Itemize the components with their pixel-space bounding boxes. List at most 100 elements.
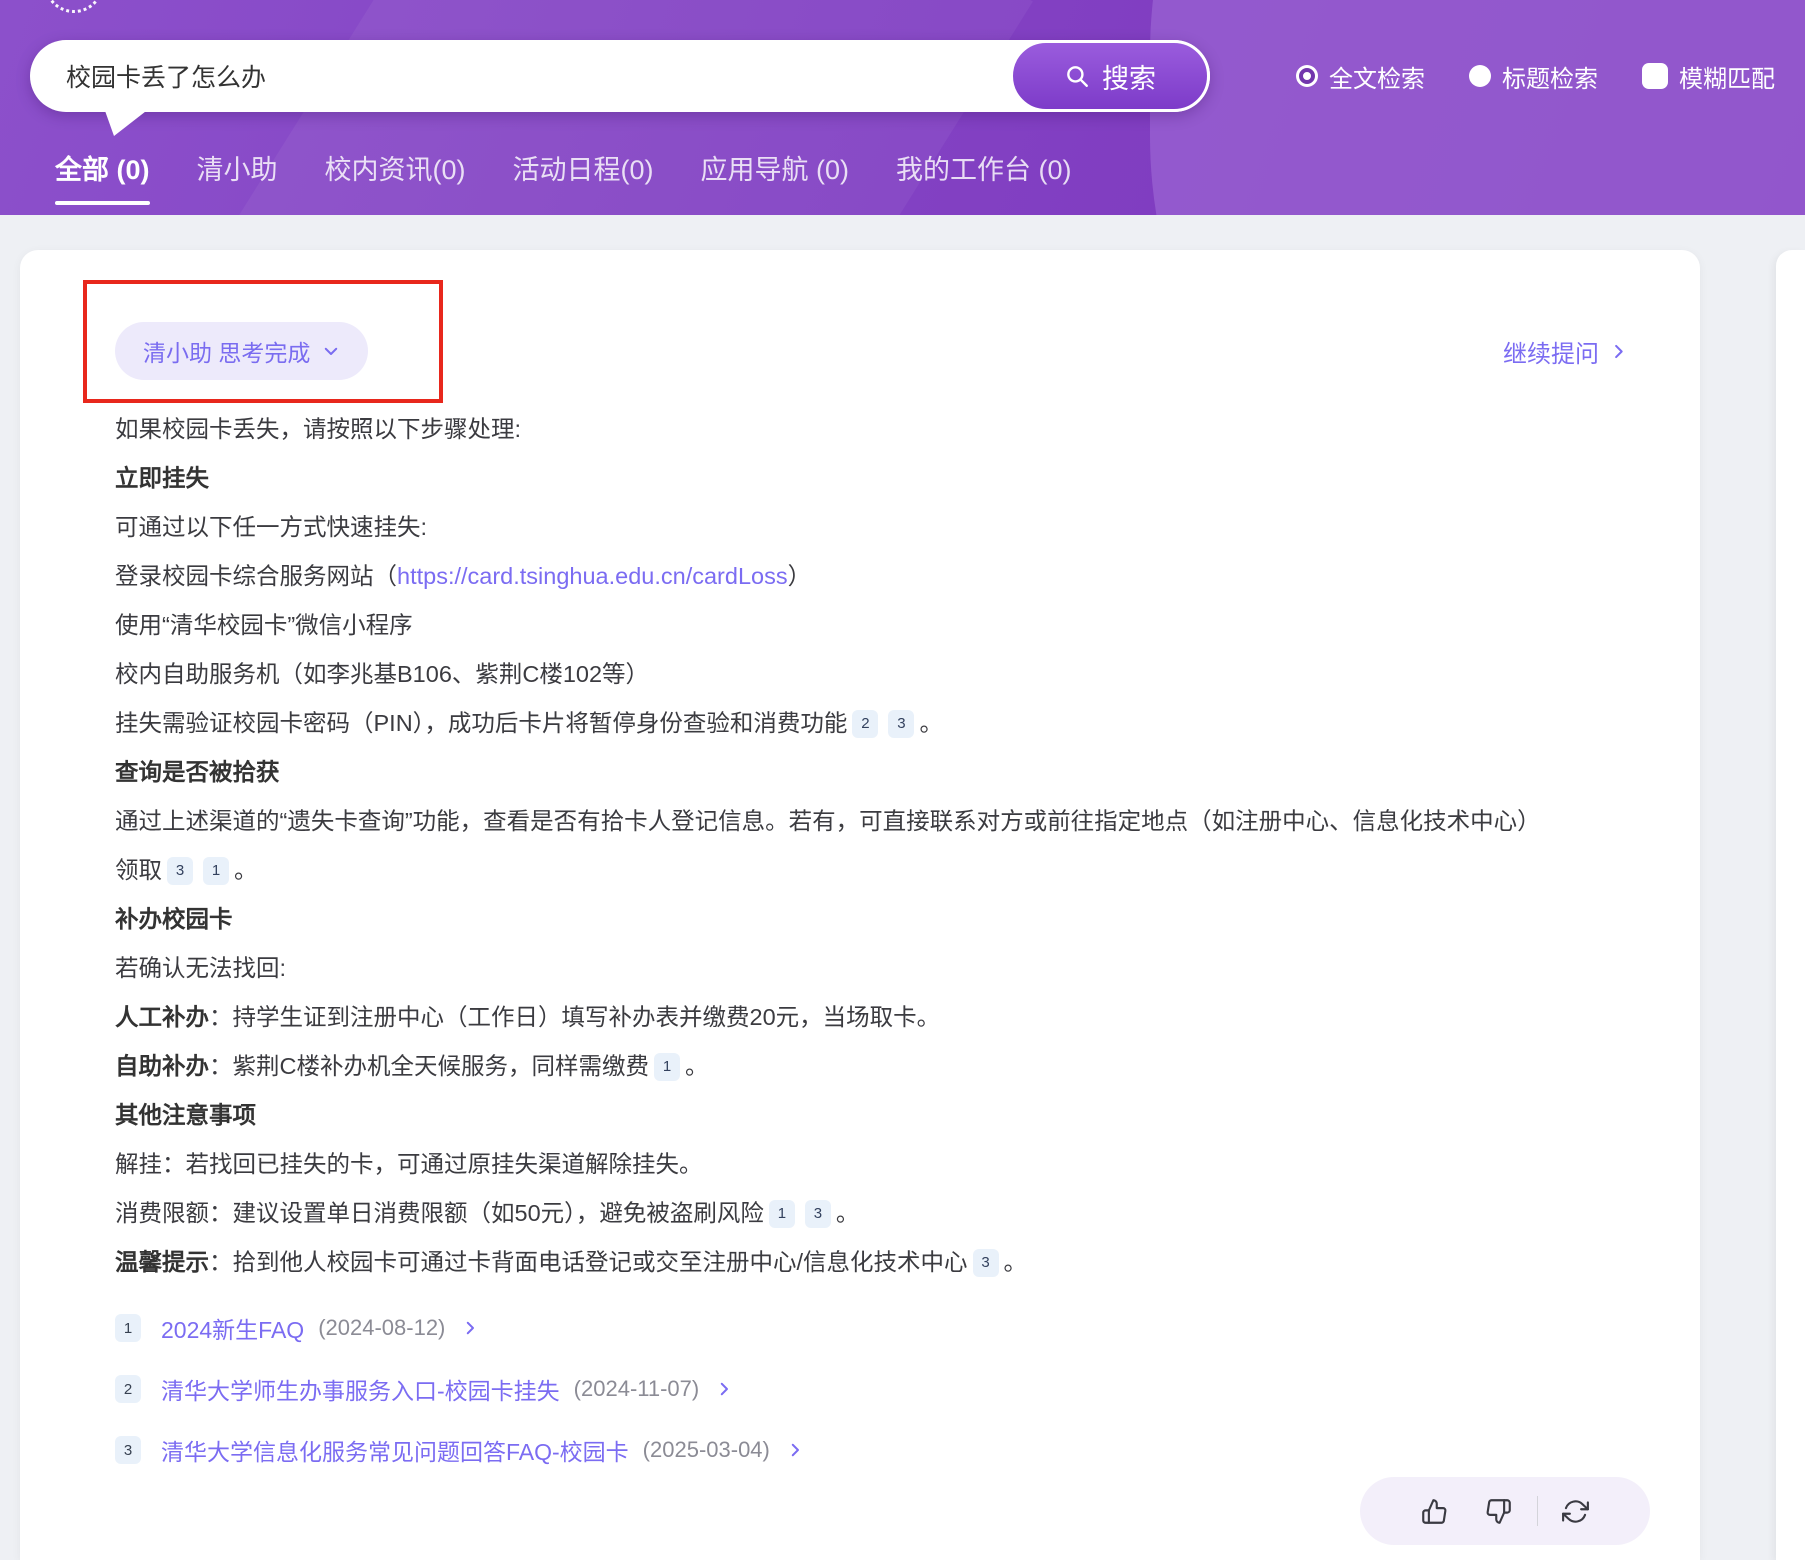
search-option-label: 全文检索 — [1329, 59, 1425, 94]
reference-number-badge: 1 — [115, 1314, 141, 1342]
body-text: 领取 — [115, 857, 162, 883]
checkbox-icon — [1642, 63, 1668, 89]
answer-line: 立即挂失 — [115, 454, 1628, 503]
tab-清小助[interactable]: 清小助 — [197, 150, 278, 190]
answer-line: 可通过以下任一方式快速挂失: — [115, 503, 1628, 552]
tab-校内资讯0[interactable]: 校内资讯(0) — [325, 150, 466, 190]
answer-line: 补办校园卡 — [115, 895, 1628, 944]
regenerate-icon — [1562, 1498, 1589, 1525]
thumbs-down-button[interactable] — [1467, 1477, 1531, 1545]
regenerate-button[interactable] — [1544, 1477, 1608, 1545]
search-bar: 搜索 — [30, 40, 1210, 112]
citation-badge[interactable]: 3 — [805, 1200, 831, 1228]
radio-icon — [1469, 65, 1491, 87]
answer-body: 如果校园卡丢失，请按照以下步骤处理: 立即挂失可通过以下任一方式快速挂失: 登录校园… — [115, 405, 1628, 1287]
search-option-label: 模糊匹配 — [1679, 59, 1775, 94]
search-input[interactable] — [64, 61, 1154, 92]
tab-活动日程0[interactable]: 活动日程(0) — [513, 150, 654, 190]
reference-date: (2024-08-12) — [318, 1315, 445, 1341]
body-text: 可通过以下任一方式快速挂失: — [115, 514, 427, 540]
reference-row[interactable]: 1 2024新生FAQ (2024-08-12) — [115, 1308, 1628, 1348]
continue-asking-label: 继续提问 — [1503, 334, 1599, 369]
bold-text: 自助补办 — [115, 1053, 209, 1079]
answer-line: 使用“清华校园卡”微信小程序 — [115, 601, 1628, 650]
answer-actions — [1360, 1477, 1650, 1545]
search-bar-tail — [104, 108, 150, 136]
citation-badge[interactable]: 3 — [888, 710, 914, 738]
inline-link[interactable]: https://card.tsinghua.edu.cn/cardLoss — [397, 563, 788, 589]
reference-row[interactable]: 3 清华大学信息化服务常见问题回答FAQ-校园卡 (2025-03-04) — [115, 1430, 1628, 1470]
citation-badge[interactable]: 3 — [973, 1249, 999, 1277]
tab-全部0[interactable]: 全部 (0) — [55, 150, 150, 190]
search-option-标题检索[interactable]: 标题检索 — [1469, 59, 1598, 94]
assistant-status-label: 清小助 思考完成 — [143, 334, 310, 368]
bold-text: 温馨提示 — [115, 1249, 209, 1275]
search-button[interactable]: 搜索 — [1010, 40, 1210, 112]
citation-badge[interactable]: 2 — [852, 710, 878, 738]
body-text: 挂失需验证校园卡密码（PIN），成功后卡片将暂停身份查验和消费功能 — [115, 710, 847, 736]
side-panel-sliver — [1776, 250, 1805, 1560]
reference-row[interactable]: 2 清华大学师生办事服务入口-校园卡挂失 (2024-11-07) — [115, 1369, 1628, 1409]
chevron-right-icon — [715, 1380, 733, 1398]
search-button-label: 搜索 — [1102, 57, 1156, 96]
body-text: 登录校园卡综合服务网站（ — [115, 563, 397, 589]
page-header: 搜索 全文检索 标题检索 模糊匹配 全部 (0) 清小助 校内资讯(0) 活动日程(0) 应… — [0, 0, 1805, 215]
chevron-right-icon — [1609, 342, 1628, 361]
answer-line: 校内自助服务机（如李兆基B106、紫荆C楼102等） — [115, 650, 1628, 699]
assistant-status-pill[interactable]: 清小助 思考完成 — [115, 322, 368, 380]
thumbs-down-icon — [1485, 1498, 1512, 1525]
reference-title-link[interactable]: 2024新生FAQ — [161, 1311, 304, 1345]
answer-card: 清小助 思考完成 继续提问 如果校园卡丢失，请按照以下步骤处理: 立即挂失可通过以… — [20, 250, 1700, 1560]
search-option-label: 标题检索 — [1502, 59, 1598, 94]
thumbs-up-button[interactable] — [1403, 1477, 1467, 1545]
chevron-right-icon — [786, 1441, 804, 1459]
reference-date: (2025-03-04) — [643, 1437, 770, 1463]
chevron-right-icon — [461, 1319, 479, 1337]
search-icon — [1064, 63, 1090, 89]
body-text: 。 — [919, 710, 943, 736]
answer-line: 其他注意事项 — [115, 1091, 1628, 1140]
answer-line: 解挂：若找回已挂失的卡，可通过原挂失渠道解除挂失。 — [115, 1140, 1628, 1189]
tab-应用导航0[interactable]: 应用导航 (0) — [701, 150, 850, 190]
body-text: ：拾到他人校园卡可通过卡背面电话登记或交至注册中心/信息化技术中心 — [209, 1249, 968, 1275]
tab-我的工作台0[interactable]: 我的工作台 (0) — [896, 150, 1072, 190]
body-text: 消费限额：建议设置单日消费限额（如50元），避免被盗刷风险 — [115, 1200, 764, 1226]
citation-badge[interactable]: 1 — [203, 857, 229, 885]
answer-line: 查询是否被拾获 — [115, 748, 1628, 797]
reference-title-link[interactable]: 清华大学信息化服务常见问题回答FAQ-校园卡 — [161, 1433, 629, 1467]
answer-header-row: 清小助 思考完成 继续提问 — [115, 322, 1628, 380]
bold-text: 其他注意事项 — [115, 1102, 256, 1128]
search-option-全文检索[interactable]: 全文检索 — [1296, 59, 1425, 94]
search-option-模糊匹配[interactable]: 模糊匹配 — [1642, 59, 1775, 94]
answer-line: 消费限额：建议设置单日消费限额（如50元），避免被盗刷风险13。 — [115, 1189, 1628, 1238]
body-text: ） — [788, 563, 812, 589]
reference-title-link[interactable]: 清华大学师生办事服务入口-校园卡挂失 — [161, 1372, 560, 1406]
answer-line: 人工补办：持学生证到注册中心（工作日）填写补办表并缴费20元，当场取卡。 — [115, 993, 1628, 1042]
body-text: 若确认无法找回: — [115, 955, 286, 981]
reference-number-badge: 2 — [115, 1375, 141, 1403]
body-text: 通过上述渠道的“遗失卡查询”功能，查看是否有拾卡人登记信息。若有，可直接联系对方… — [115, 808, 1541, 834]
reference-number-badge: 3 — [115, 1436, 141, 1464]
reference-date: (2024-11-07) — [574, 1376, 700, 1402]
university-seal-logo — [44, 0, 104, 13]
chevron-down-icon — [322, 342, 340, 360]
reference-list: 1 2024新生FAQ (2024-08-12) 2 清华大学师生办事服务入口-校园卡挂… — [115, 1308, 1628, 1470]
body-text: 。 — [1004, 1249, 1028, 1275]
result-tabs: 全部 (0) 清小助 校内资讯(0) 活动日程(0) 应用导航 (0) 我的工作台 (0) — [55, 150, 1072, 190]
body-text: 。 — [234, 857, 258, 883]
bold-text: 立即挂失 — [115, 465, 209, 491]
search-options: 全文检索 标题检索 模糊匹配 — [1296, 40, 1775, 112]
radio-icon — [1296, 65, 1318, 87]
citation-badge[interactable]: 3 — [167, 857, 193, 885]
body-text: 如果校园卡丢失，请按照以下步骤处理: — [115, 416, 521, 442]
body-text: ：紫荆C楼补办机全天候服务，同样需缴费 — [209, 1053, 649, 1079]
citation-badge[interactable]: 1 — [769, 1200, 795, 1228]
answer-line: 通过上述渠道的“遗失卡查询”功能，查看是否有拾卡人登记信息。若有，可直接联系对方… — [115, 797, 1628, 846]
continue-asking-link[interactable]: 继续提问 — [1503, 334, 1628, 369]
thumbs-up-icon — [1421, 1498, 1448, 1525]
body-text: 校内自助服务机（如李兆基B106、紫荆C楼102等） — [115, 661, 649, 687]
answer-line: 若确认无法找回: — [115, 944, 1628, 993]
body-text: 使用“清华校园卡”微信小程序 — [115, 612, 413, 638]
body-text: 。 — [836, 1200, 860, 1226]
citation-badge[interactable]: 1 — [654, 1053, 680, 1081]
